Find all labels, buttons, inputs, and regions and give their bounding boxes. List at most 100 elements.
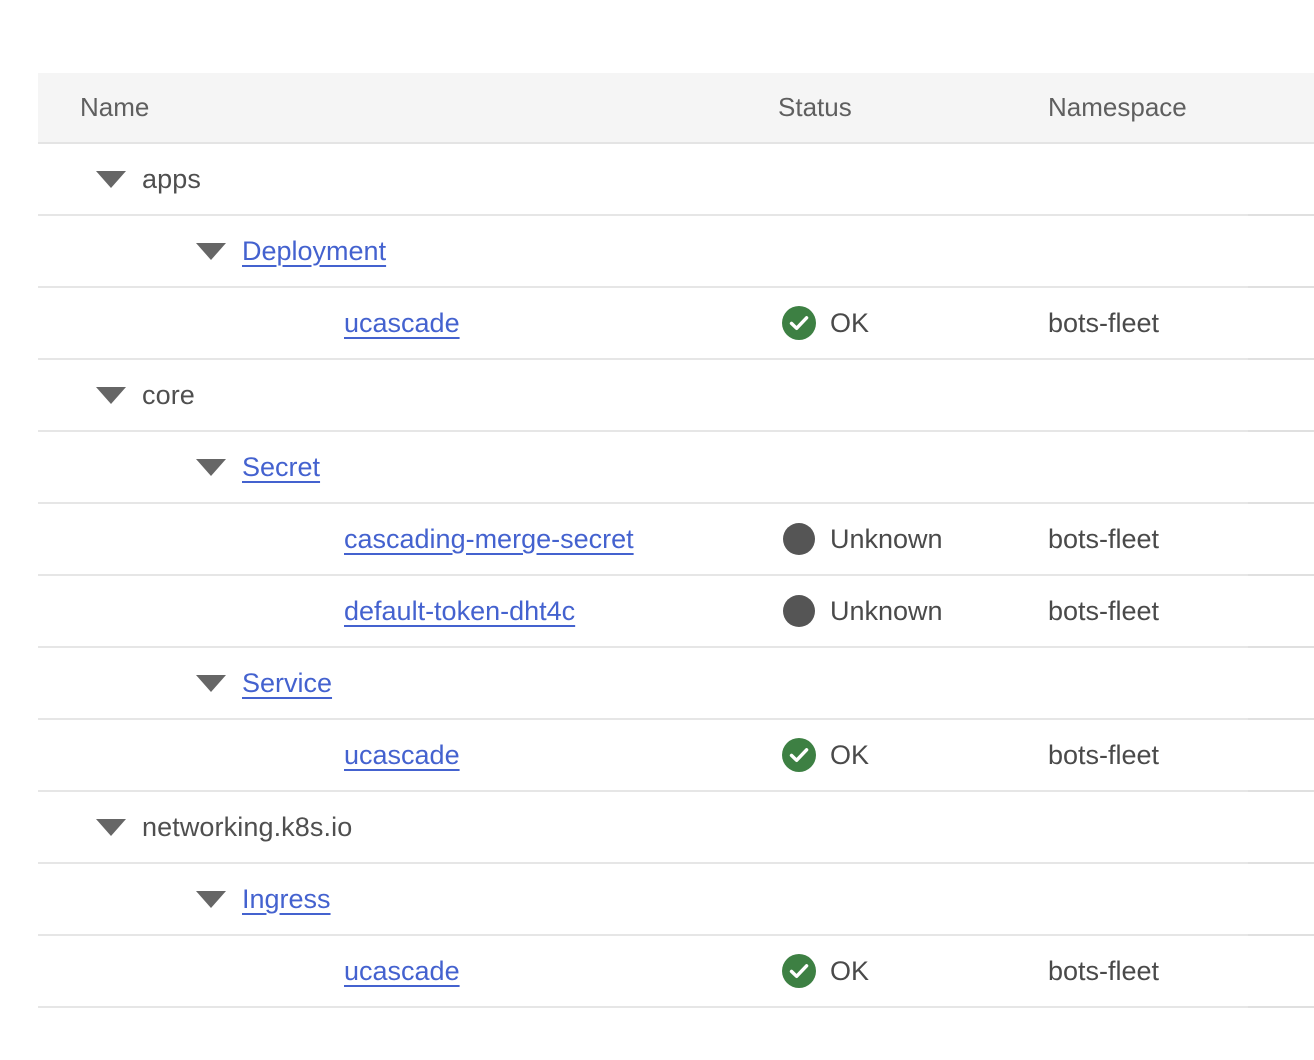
resource-name-link[interactable]: ucascade <box>344 956 460 987</box>
resource-name-link[interactable]: cascading-merge-secret <box>344 524 634 555</box>
table-row[interactable]: Deployment <box>38 215 1314 287</box>
namespace-label <box>1044 648 1248 718</box>
chevron-down-icon[interactable] <box>196 243 226 260</box>
status-label: OK <box>830 956 869 987</box>
cell-namespace <box>1044 143 1248 215</box>
namespace-label <box>1044 864 1248 934</box>
cell-namespace: bots-fleet <box>1044 503 1248 575</box>
table-row[interactable]: Service <box>38 647 1314 719</box>
cell-name: default-token-dht4c <box>38 575 778 647</box>
cell-namespace: bots-fleet <box>1044 575 1248 647</box>
namespace-label: bots-fleet <box>1044 288 1248 358</box>
group-label: core <box>142 380 195 411</box>
cell-name: core <box>38 359 778 431</box>
cell-namespace <box>1044 359 1248 431</box>
table-row[interactable]: cascading-merge-secret Unknown bots-fleet <box>38 503 1314 575</box>
namespace-label <box>1044 360 1248 430</box>
cell-name: ucascade <box>38 935 778 1007</box>
cell-name: Ingress <box>38 863 778 935</box>
cell-extra <box>1248 359 1314 431</box>
cell-extra <box>1248 791 1314 863</box>
cell-status: OK <box>778 935 1044 1007</box>
cell-namespace: bots-fleet <box>1044 719 1248 791</box>
chevron-down-icon[interactable] <box>196 891 226 908</box>
table-row[interactable]: apps <box>38 143 1314 215</box>
resource-kind-link[interactable]: Secret <box>242 452 320 483</box>
resource-tree-table: Name Status Namespace apps Deployment ucas… <box>38 73 1314 1008</box>
cell-name: ucascade <box>38 719 778 791</box>
resource-name-link[interactable]: default-token-dht4c <box>344 596 575 627</box>
cell-extra <box>1248 935 1314 1007</box>
cell-namespace <box>1044 791 1248 863</box>
unknown-circle-icon <box>782 522 816 556</box>
chevron-down-icon[interactable] <box>196 459 226 476</box>
cell-status <box>778 431 1044 503</box>
cell-status <box>778 863 1044 935</box>
table-row[interactable]: core <box>38 359 1314 431</box>
chevron-down-icon[interactable] <box>96 171 126 188</box>
cell-name: Deployment <box>38 215 778 287</box>
table-row[interactable]: ucascade OKbots-fleet <box>38 719 1314 791</box>
chevron-down-icon[interactable] <box>96 819 126 836</box>
cell-namespace: bots-fleet <box>1044 935 1248 1007</box>
cell-name: apps <box>38 143 778 215</box>
cell-name: Service <box>38 647 778 719</box>
cell-name: networking.k8s.io <box>38 791 778 863</box>
chevron-down-icon[interactable] <box>96 387 126 404</box>
cell-status: OK <box>778 287 1044 359</box>
status-label: Unknown <box>830 524 943 555</box>
namespace-label: bots-fleet <box>1044 576 1248 646</box>
cell-status: Unknown <box>778 503 1044 575</box>
table-body: appsDeploymentucascadeOKbots-fleetcoreSe… <box>38 143 1314 1007</box>
cell-extra <box>1248 431 1314 503</box>
cell-name: ucascade <box>38 287 778 359</box>
namespace-label: bots-fleet <box>1044 720 1248 790</box>
unknown-circle-icon <box>782 594 816 628</box>
column-header-status[interactable]: Status <box>778 73 1044 143</box>
cell-name: cascading-merge-secret <box>38 503 778 575</box>
resource-kind-link[interactable]: Deployment <box>242 236 386 267</box>
status-label: OK <box>830 308 869 339</box>
column-header-namespace[interactable]: Namespace <box>1044 73 1248 143</box>
table-row[interactable]: Secret <box>38 431 1314 503</box>
resource-kind-link[interactable]: Ingress <box>242 884 331 915</box>
table-row[interactable]: Ingress <box>38 863 1314 935</box>
cell-namespace: bots-fleet <box>1044 287 1248 359</box>
namespace-label <box>1044 432 1248 502</box>
table-row[interactable]: default-token-dht4c Unknown bots-fleet <box>38 575 1314 647</box>
status-label: Unknown <box>830 596 943 627</box>
cell-namespace <box>1044 431 1248 503</box>
cell-namespace <box>1044 647 1248 719</box>
cell-namespace <box>1044 215 1248 287</box>
cell-status <box>778 215 1044 287</box>
cell-status: OK <box>778 719 1044 791</box>
cell-extra <box>1248 143 1314 215</box>
cell-status <box>778 143 1044 215</box>
cell-extra <box>1248 575 1314 647</box>
group-label: networking.k8s.io <box>142 812 352 843</box>
table-row[interactable]: ucascade OK bots-fleet <box>38 287 1314 359</box>
namespace-label: bots-fleet <box>1044 936 1248 1006</box>
resource-kind-link[interactable]: Service <box>242 668 332 699</box>
cell-namespace <box>1044 863 1248 935</box>
column-header-name[interactable]: Name <box>38 73 778 143</box>
cell-extra <box>1248 215 1314 287</box>
cell-extra <box>1248 719 1314 791</box>
check-circle-icon <box>782 738 816 772</box>
cell-status <box>778 791 1044 863</box>
namespace-label <box>1044 792 1248 862</box>
chevron-down-icon[interactable] <box>196 675 226 692</box>
resource-name-link[interactable]: ucascade <box>344 740 460 771</box>
check-circle-icon <box>782 306 816 340</box>
table-row[interactable]: networking.k8s.io <box>38 791 1314 863</box>
group-label: apps <box>142 164 201 195</box>
table-header: Name Status Namespace <box>38 73 1314 143</box>
cell-status <box>778 359 1044 431</box>
cell-extra <box>1248 647 1314 719</box>
cell-extra <box>1248 503 1314 575</box>
resource-name-link[interactable]: ucascade <box>344 308 460 339</box>
namespace-label <box>1044 144 1248 214</box>
table-row[interactable]: ucascade OK bots-fleet <box>38 935 1314 1007</box>
cell-extra <box>1248 863 1314 935</box>
cell-extra <box>1248 287 1314 359</box>
